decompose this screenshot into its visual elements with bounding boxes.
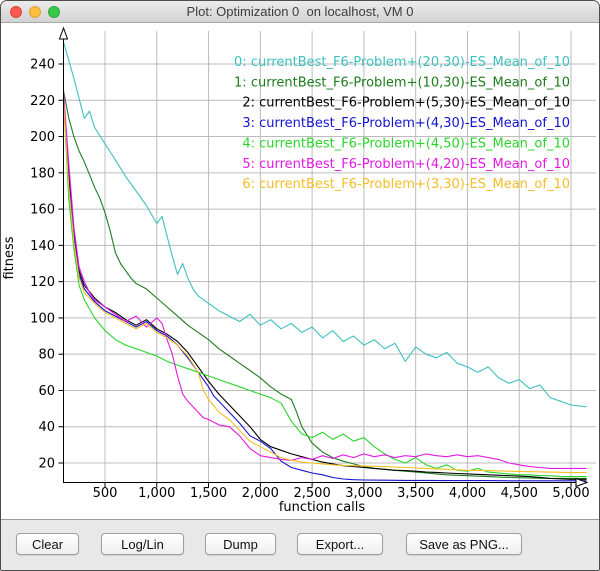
y-tick-label-5: 120 <box>30 275 55 290</box>
x-axis-label: function calls <box>279 500 366 515</box>
x-tick-label-1: 1,000 <box>138 486 175 501</box>
legend-entry-1: 1: currentBest_F6-Problem+(10,30)-ES_Mea… <box>234 75 570 90</box>
y-tick-label-6: 140 <box>30 239 55 254</box>
x-tick-label-5: 3,000 <box>345 486 382 501</box>
y-tick-label-0: 20 <box>38 457 55 472</box>
y-tick-label-3: 80 <box>38 348 55 363</box>
window-title: Plot: Optimization 0 on localhost, VM 0 <box>1 1 599 22</box>
close-icon[interactable] <box>10 6 22 18</box>
button-row: Clear Log/Lin Dump Export... Save as PNG… <box>1 520 599 570</box>
legend-entry-0: 0: currentBest_F6-Problem+(20,30)-ES_Mea… <box>234 55 570 70</box>
titlebar[interactable]: Plot: Optimization 0 on localhost, VM 0 <box>1 1 599 23</box>
y-tick-label-1: 40 <box>38 420 55 435</box>
export-button[interactable]: Export... <box>297 533 383 555</box>
x-tick-label-4: 2,500 <box>294 486 331 501</box>
y-tick-label-9: 200 <box>30 130 55 145</box>
window-controls <box>10 6 60 18</box>
x-tick-label-0: 500 <box>93 486 118 501</box>
dump-button[interactable]: Dump <box>205 533 276 555</box>
plot-panel: 20 40 60 80 100 120 140 160 180 200 220 240 500 1,000… <box>1 23 599 520</box>
minimize-icon[interactable] <box>29 6 41 18</box>
x-tick-label-2: 1,500 <box>190 486 227 501</box>
y-tick-label-10: 220 <box>30 94 55 109</box>
x-tick-label-6: 3,500 <box>397 486 434 501</box>
plot-canvas: 20 40 60 80 100 120 140 160 180 200 220 240 500 1,000… <box>1 23 599 519</box>
x-tick-label-9: 5,000 <box>552 486 589 501</box>
y-tick-label-11: 240 <box>30 58 55 73</box>
y-tick-label-7: 160 <box>30 203 55 218</box>
zoom-icon[interactable] <box>48 6 60 18</box>
series-line-2 <box>64 97 587 480</box>
y-axis-arrow-icon <box>60 28 68 39</box>
y-tick-label-4: 100 <box>30 311 55 326</box>
x-tick-label-3: 2,000 <box>242 486 279 501</box>
clear-button[interactable]: Clear <box>16 533 79 555</box>
save-as-png-button[interactable]: Save as PNG... <box>406 533 522 555</box>
legend-entry-3: 3: currentBest_F6-Problem+(4,30)-ES_Mean… <box>242 116 570 131</box>
legend-entry-5: 5: currentBest_F6-Problem+(4,20)-ES_Mean… <box>242 157 570 172</box>
y-axis-label: fitness <box>2 236 17 279</box>
legend-entry-4: 4: currentBest_F6-Problem+(4,50)-ES_Mean… <box>242 136 570 151</box>
x-tick-label-8: 4,500 <box>501 486 538 501</box>
y-tick-label-8: 180 <box>30 166 55 181</box>
x-tick-label-7: 4,000 <box>449 486 486 501</box>
legend-entry-6: 6: currentBest_F6-Problem+(3,30)-ES_Mean… <box>242 177 570 192</box>
plot-window: Plot: Optimization 0 on localhost, VM 0 … <box>0 0 600 571</box>
legend-entry-2: 2: currentBest_F6-Problem+(5,30)-ES_Mean… <box>242 96 570 111</box>
y-tick-label-2: 60 <box>38 384 55 399</box>
log-lin-button[interactable]: Log/Lin <box>101 533 184 555</box>
